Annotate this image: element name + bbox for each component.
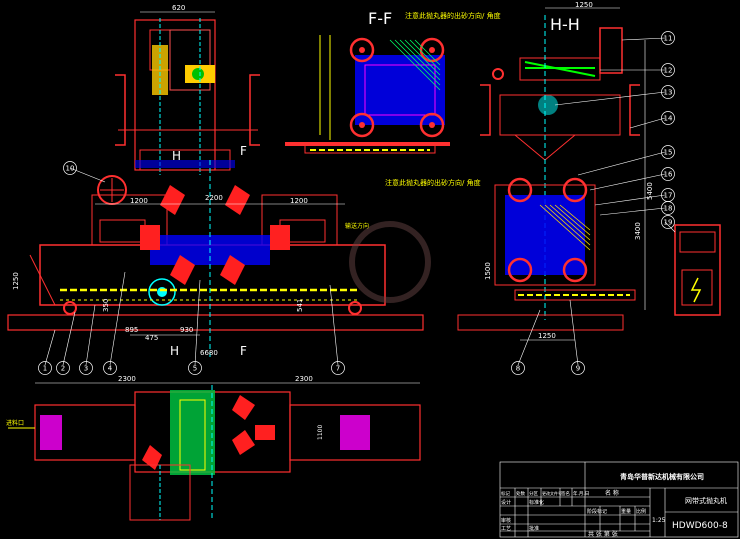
balloon-label-17: 17	[664, 192, 673, 200]
tb-row-3: 更改文件号	[542, 490, 562, 496]
dim-1250-top: 1250	[575, 1, 593, 9]
dim-350: 350	[102, 299, 110, 312]
cad-drawing: 620 H F F-F 注意此抛丸器的出砂方向/ 角度 H-H 1250 注意此…	[0, 0, 740, 539]
dim-620: 620	[172, 4, 185, 12]
dim-1100: 1100	[317, 425, 324, 440]
balloon-label-4: 4	[108, 365, 113, 373]
left-label: 进料口	[6, 419, 24, 427]
dim-2300-right: 2300	[295, 375, 313, 383]
material-label: 名 称	[605, 489, 619, 497]
tb-sign-0: 设计	[501, 499, 511, 506]
section-f-label: F	[240, 144, 247, 158]
dim-930: 930	[180, 326, 193, 334]
balloon-label-15: 15	[664, 149, 673, 157]
ff-section-view: F-F 注意此抛丸器的出砂方向/ 角度	[285, 9, 501, 154]
hh-note: 注意此抛丸器的出砂方向/ 角度	[385, 178, 481, 187]
balloon-label-7: 7	[336, 365, 340, 373]
tb-col-0: 阶段标记	[587, 508, 607, 515]
balloon-label-11: 11	[664, 35, 673, 43]
hh-title: H-H	[550, 15, 580, 34]
dim-3400: 3400	[634, 222, 642, 240]
scale: 1:25	[652, 517, 666, 524]
dim-475: 475	[145, 334, 158, 342]
balloon-label-3: 3	[84, 365, 88, 373]
balloon-label-13: 13	[664, 89, 673, 97]
tb-col-2: 比例	[636, 508, 646, 515]
top-left-tower-view: 620 H F	[115, 4, 321, 175]
tb-sign-3: 工艺	[501, 526, 511, 532]
section-h-label: H	[172, 149, 181, 163]
section-f-bottom: F	[240, 344, 247, 358]
ff-title: F-F	[368, 9, 392, 28]
tb-row-4: 签名	[561, 490, 570, 497]
title-block-text: 青岛华普新达机械有限公司 网带式抛丸机 HDWD600-8 1:25 名 称 共…	[501, 472, 728, 538]
dim-895: 895	[125, 326, 138, 334]
watermark-logo	[349, 221, 431, 303]
dim-2200: 2200	[205, 194, 223, 202]
dim-1200-right: 1200	[290, 197, 308, 205]
balloon-label-12: 12	[664, 67, 673, 75]
balloon-label-2: 2	[61, 365, 65, 373]
dim-1250-bot: 1250	[538, 332, 556, 340]
dim-1200-left: 1200	[130, 197, 148, 205]
balloon-label-18: 18	[664, 205, 673, 213]
dim-6680: 6680	[200, 349, 218, 357]
drawing-svg: 620 H F F-F 注意此抛丸器的出砂方向/ 角度 H-H 1250 注意此…	[6, 1, 739, 538]
balloon-label-8: 8	[516, 365, 520, 373]
tb-sign-4: 批准	[529, 525, 539, 532]
tb-row-5: 年.月.日	[573, 490, 589, 497]
conveyor-label: 输送方向	[345, 222, 369, 230]
balloon-label-14: 14	[664, 115, 673, 123]
balloon-label-1: 1	[43, 365, 47, 373]
sheet-label: 共 张 第 张	[588, 530, 618, 538]
plan-view: 2300 2300 进料口 1100	[6, 375, 421, 521]
product-name: 网带式抛丸机	[685, 496, 727, 505]
tb-sign-1: 标准化	[529, 499, 544, 506]
tb-col-1: 重量	[621, 508, 631, 515]
ff-note: 注意此抛丸器的出砂方向/ 角度	[405, 11, 501, 20]
tb-row-0: 标记	[501, 490, 510, 497]
dim-1500: 1500	[484, 262, 492, 280]
balloon-label-16: 16	[664, 171, 673, 179]
balloon-label-9: 9	[576, 365, 580, 373]
tb-row-1: 处数	[516, 490, 525, 497]
drawing-number: HDWD600-8	[672, 521, 728, 531]
section-h-bottom: H	[170, 344, 179, 358]
company-name: 青岛华普新达机械有限公司	[620, 472, 704, 481]
dim-1250-side: 1250	[12, 272, 20, 290]
dim-541: 541	[296, 299, 304, 312]
balloon-label-10: 10	[66, 165, 75, 173]
tb-sign-2: 审核	[501, 517, 511, 524]
tb-row-2: 分区	[529, 490, 538, 497]
dim-2300-left: 2300	[118, 375, 136, 383]
balloon-label-5: 5	[193, 365, 197, 373]
